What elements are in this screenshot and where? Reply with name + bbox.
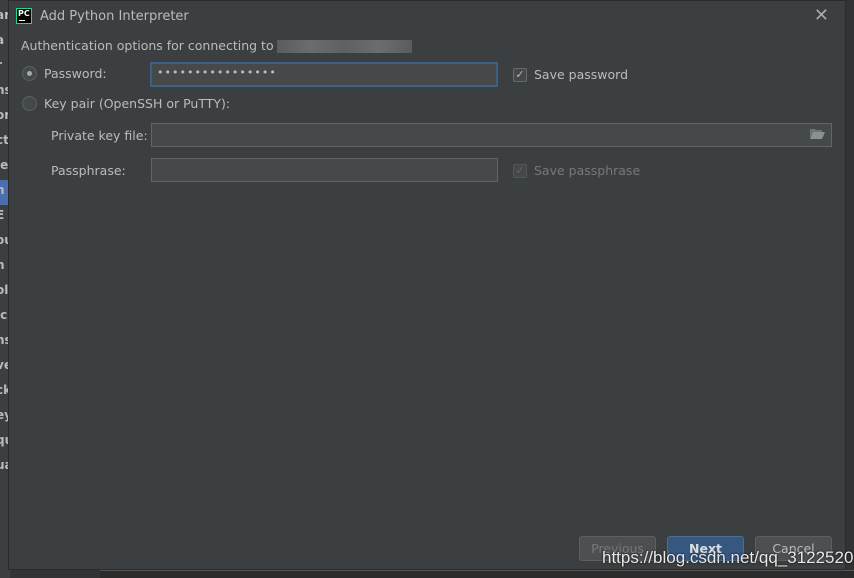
keypair-radio-label: Key pair (OpenSSH or PuTTY):	[44, 96, 231, 111]
password-input[interactable]: ••••••••••••••••	[150, 62, 498, 87]
add-python-interpreter-dialog: PC Add Python Interpreter ✕ Authenticati…	[8, 0, 846, 570]
password-radio-label: Password:	[44, 66, 107, 81]
password-radio[interactable]: Password:	[22, 66, 107, 81]
save-password-label: Save password	[534, 67, 629, 82]
checkmark-icon: ✓	[513, 67, 527, 82]
redacted-host	[276, 40, 412, 53]
pycharm-logo-icon: PC	[16, 8, 32, 24]
auth-label-text: Authentication options for connecting to	[21, 38, 274, 53]
radio-icon	[22, 96, 37, 111]
watermark: https://blog.csdn.net/qq_31225201	[602, 548, 854, 567]
save-passphrase-checkbox[interactable]: ✓ Save passphrase	[513, 163, 640, 178]
keypair-radio[interactable]: Key pair (OpenSSH or PuTTY):	[22, 96, 230, 111]
save-passphrase-label: Save passphrase	[534, 163, 641, 178]
radio-icon	[22, 66, 37, 81]
background-ide-bottom	[100, 570, 854, 578]
background-fragment: lc	[0, 308, 8, 322]
passphrase-input[interactable]	[151, 158, 498, 182]
close-icon[interactable]: ✕	[814, 5, 829, 26]
folder-open-icon[interactable]	[810, 127, 825, 139]
auth-options-label: Authentication options for connecting to	[21, 38, 412, 53]
private-key-input[interactable]	[151, 123, 832, 147]
save-password-checkbox[interactable]: ✓ Save password	[513, 67, 628, 82]
private-key-label: Private key file:	[51, 128, 148, 143]
background-fragment: a	[0, 33, 5, 47]
checkmark-icon: ✓	[513, 163, 527, 178]
background-fragment: r	[0, 58, 2, 72]
passphrase-label: Passphrase:	[51, 163, 126, 178]
dialog-title: Add Python Interpreter	[40, 8, 189, 24]
title-bar: PC Add Python Interpreter	[16, 6, 189, 26]
background-fragment: h	[0, 183, 5, 197]
background-fragment: E	[0, 208, 5, 222]
background-fragment: h	[0, 258, 5, 272]
